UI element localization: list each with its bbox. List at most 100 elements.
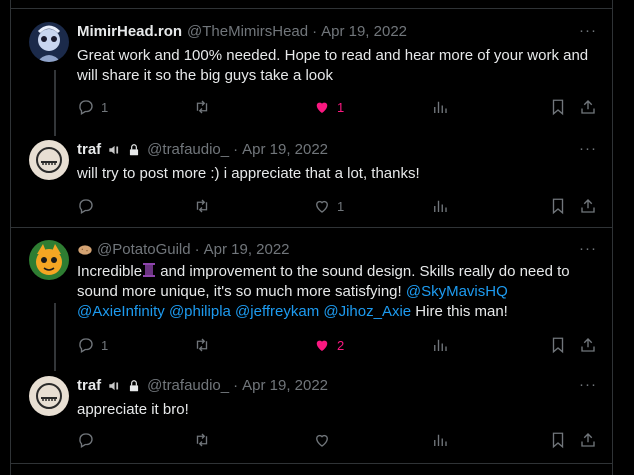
dot-separator: · (233, 141, 239, 158)
like-count: 1 (337, 198, 345, 214)
retweet-button[interactable] (193, 197, 211, 215)
reply-icon (79, 199, 93, 214)
reply-icon (79, 433, 93, 448)
mention-link[interactable]: @philipla (169, 303, 231, 320)
tweet-text: Great work and 100% needed. Hope to read… (77, 47, 589, 84)
share-button[interactable] (579, 431, 597, 449)
display-name[interactable]: traf (77, 140, 101, 160)
like-button[interactable] (313, 431, 331, 449)
divider (10, 227, 613, 228)
like-button[interactable]: 1 (313, 98, 344, 116)
reply-count: 1 (101, 337, 109, 353)
avatar[interactable] (29, 376, 69, 416)
like-icon (316, 200, 328, 213)
tweet-text: Incredible and improvement to the sound … (77, 262, 597, 322)
more-options-icon[interactable]: ··· (579, 22, 597, 39)
tweet-header: MimirHead.ron @TheMimirsHead · Apr 19, 2… (77, 22, 407, 42)
timestamp[interactable]: Apr 19, 2022 (204, 240, 290, 260)
share-icon (581, 199, 595, 213)
dot-separator: · (194, 241, 200, 258)
tweet[interactable]: @PotatoGuild · Apr 19, 2022 ··· Incredib… (10, 240, 613, 360)
retweet-button[interactable] (193, 336, 211, 354)
handle[interactable]: @PotatoGuild (97, 240, 191, 260)
tweet-actions (77, 431, 605, 451)
share-button[interactable] (579, 98, 597, 116)
tweet[interactable]: traf @trafaudio_ · Apr 19, 2022 ··· appr… (10, 376, 613, 456)
bookmark-button[interactable] (549, 98, 567, 116)
text-segment: Incredible (77, 263, 143, 280)
tweet-actions: 1 (77, 197, 605, 217)
spool-emoji-icon (142, 263, 156, 280)
more-options-icon[interactable]: ··· (579, 240, 597, 257)
tweet-actions: 1 1 (77, 98, 605, 118)
text-segment: Hire this man! (411, 303, 508, 320)
avatar[interactable] (29, 240, 69, 280)
speaker-icon (107, 379, 121, 393)
tweet-header: traf @trafaudio_ · Apr 19, 2022 (77, 376, 328, 396)
views-button[interactable] (431, 336, 449, 354)
timestamp[interactable]: Apr 19, 2022 (242, 376, 328, 396)
bookmark-icon (552, 432, 564, 449)
handle[interactable]: @TheMimirsHead (187, 22, 308, 42)
bookmark-button[interactable] (549, 336, 567, 354)
reply-button[interactable]: 1 (77, 336, 108, 354)
tweet-header: @PotatoGuild · Apr 19, 2022 (77, 240, 290, 260)
views-icon (434, 101, 447, 113)
reply-button[interactable] (77, 197, 95, 215)
divider (10, 8, 613, 9)
retweet-button[interactable] (193, 98, 211, 116)
tweet[interactable]: traf @trafaudio_ · Apr 19, 2022 ··· will… (10, 140, 613, 220)
like-icon (316, 434, 328, 447)
display-name[interactable]: traf (77, 376, 101, 396)
like-icon (316, 340, 328, 351)
handle[interactable]: @trafaudio_ (147, 140, 229, 160)
reply-button[interactable] (77, 431, 95, 449)
avatar[interactable] (29, 140, 69, 180)
views-icon (434, 339, 447, 351)
dot-separator: · (233, 377, 239, 394)
reply-button[interactable]: 1 (77, 98, 108, 116)
bookmark-button[interactable] (549, 431, 567, 449)
retweet-icon (196, 199, 208, 213)
tweet-header: traf @trafaudio_ · Apr 19, 2022 (77, 140, 328, 160)
views-icon (434, 200, 447, 212)
retweet-icon (196, 100, 208, 114)
mention-link[interactable]: @AxieInfinity (77, 303, 165, 320)
reply-icon (79, 338, 93, 353)
views-button[interactable] (431, 197, 449, 215)
views-icon (434, 434, 447, 446)
mention-link[interactable]: @SkyMavisHQ (406, 283, 508, 300)
like-button[interactable]: 1 (313, 197, 344, 215)
tweet-actions: 1 2 (77, 336, 605, 356)
share-icon (581, 100, 595, 114)
lock-icon (127, 143, 141, 157)
share-button[interactable] (579, 197, 597, 215)
retweet-icon (196, 433, 208, 447)
share-button[interactable] (579, 336, 597, 354)
mention-link[interactable]: @jeffreykam (235, 303, 319, 320)
timestamp[interactable]: Apr 19, 2022 (321, 22, 407, 42)
more-options-icon[interactable]: ··· (579, 376, 597, 393)
bookmark-button[interactable] (549, 197, 567, 215)
handle[interactable]: @trafaudio_ (147, 376, 229, 396)
timestamp[interactable]: Apr 19, 2022 (242, 140, 328, 160)
bookmark-icon (552, 337, 564, 354)
divider (10, 463, 613, 464)
like-count: 2 (337, 337, 345, 353)
like-icon (316, 102, 328, 113)
bookmark-icon (552, 99, 564, 116)
views-button[interactable] (431, 431, 449, 449)
more-options-icon[interactable]: ··· (579, 140, 597, 157)
speaker-icon (107, 143, 121, 157)
reply-count: 1 (101, 99, 109, 115)
retweet-button[interactable] (193, 431, 211, 449)
bookmark-icon (552, 198, 564, 215)
reply-icon (79, 100, 93, 115)
avatar[interactable] (29, 22, 69, 62)
views-button[interactable] (431, 98, 449, 116)
lock-icon (127, 379, 141, 393)
like-button[interactable]: 2 (313, 336, 344, 354)
mention-link[interactable]: @Jihoz_Axie (323, 303, 411, 320)
tweet[interactable]: MimirHead.ron @TheMimirsHead · Apr 19, 2… (10, 22, 613, 132)
display-name[interactable]: MimirHead.ron (77, 22, 182, 42)
